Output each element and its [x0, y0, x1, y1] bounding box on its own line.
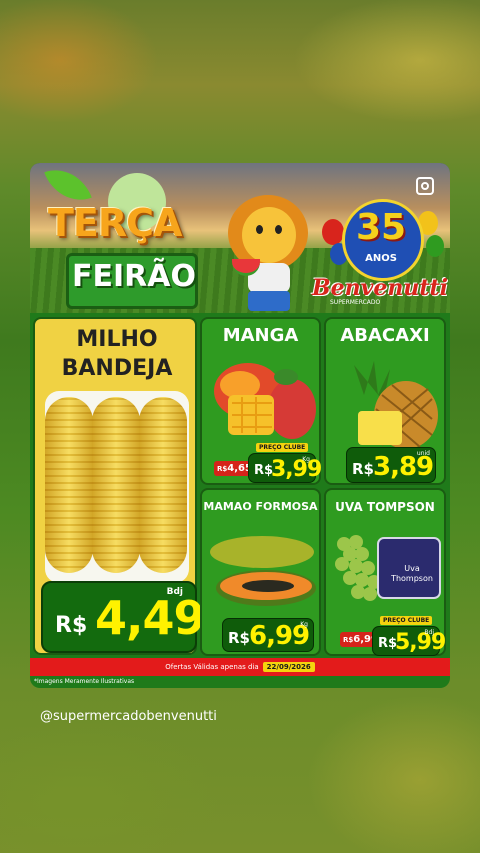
currency-symbol: R$ [352, 460, 374, 478]
corn-icon [92, 397, 140, 573]
corn-icon [45, 397, 93, 573]
corn-icon [139, 397, 187, 573]
header-title-line2: FEIRÃO [72, 259, 196, 294]
anniversary-word: ANOS [365, 253, 397, 264]
anniversary-number: 35 [355, 207, 407, 248]
validity-text: Ofertas Válidas apenas dia 22/09/2026 [30, 662, 450, 672]
price-value: 3,99 [271, 457, 322, 482]
product-milho: MILHO BANDEJA Bdj R$ 4,49 [33, 317, 205, 655]
story-flyer-card: TERÇA FEIRÃO 35 ANOS Benvenutti SUPERMER… [30, 163, 450, 688]
illustrative-note: *Imagens Meramente Ilustrativas [34, 678, 135, 685]
club-price-label: PREÇO CLUBE [256, 443, 309, 452]
lion-mascot-icon [228, 195, 312, 313]
price-unit: Bdj [424, 629, 434, 636]
price-box: Bdj R$ 4,49 [41, 581, 205, 653]
product-manga: MANGA PREÇO CLUBE R$4,65 R$ 3,99 Kg [200, 317, 322, 485]
price-box: R$ 5,99 Bdj [372, 626, 446, 656]
package-label: Uva Thompson [391, 564, 433, 583]
mango-icon [214, 363, 316, 439]
price-value: 4,49 [95, 591, 205, 645]
currency-symbol: R$ [55, 613, 88, 638]
price-box: R$ 6,99 Kg [222, 618, 314, 652]
currency-symbol: R$ [228, 629, 250, 647]
instagram-icon[interactable] [416, 177, 434, 195]
papaya-icon [210, 536, 316, 606]
price-box: R$ 3,99 Kg [248, 453, 322, 483]
product-abacaxi: ABACAXI R$ 3,89 unid [324, 317, 446, 485]
balloon-icon [322, 219, 344, 245]
price-box: R$ 3,89 unid [346, 447, 436, 483]
price-unit: Kg [300, 621, 308, 628]
product-name: ABACAXI [340, 325, 430, 346]
validity-label: Ofertas Válidas apenas dia [165, 663, 259, 671]
product-name: MANGA [222, 325, 299, 346]
product-mamao: MAMAO FORMOSA R$ 6,99 Kg [200, 488, 321, 656]
price-unit: unid [416, 450, 430, 457]
balloon-icon [426, 235, 444, 257]
product-name: MAMAO FORMOSA [203, 500, 318, 513]
price-value: 5,99 [395, 630, 446, 655]
brand-subtitle: SUPERMERCADO [330, 299, 381, 306]
club-price-label: PREÇO CLUBE [380, 616, 433, 625]
old-currency: R$ [343, 636, 354, 644]
brand-logo: Benvenutti [312, 275, 449, 301]
price-unit: Kg [302, 456, 310, 463]
flyer-header: TERÇA FEIRÃO 35 ANOS Benvenutti SUPERMER… [30, 163, 450, 313]
product-uva: UVA TOMPSON Uva Thompson PREÇO CLUBE R$6… [324, 488, 446, 656]
header-title-line1: TERÇA [48, 201, 182, 245]
product-name: UVA TOMPSON [335, 500, 435, 514]
old-currency: R$ [217, 465, 228, 473]
validity-date: 22/09/2026 [262, 662, 315, 672]
product-name: MILHO BANDEJA [61, 327, 173, 381]
account-mention[interactable]: @supermercadobenvenutti [40, 709, 217, 724]
pineapple-icon [354, 361, 438, 449]
